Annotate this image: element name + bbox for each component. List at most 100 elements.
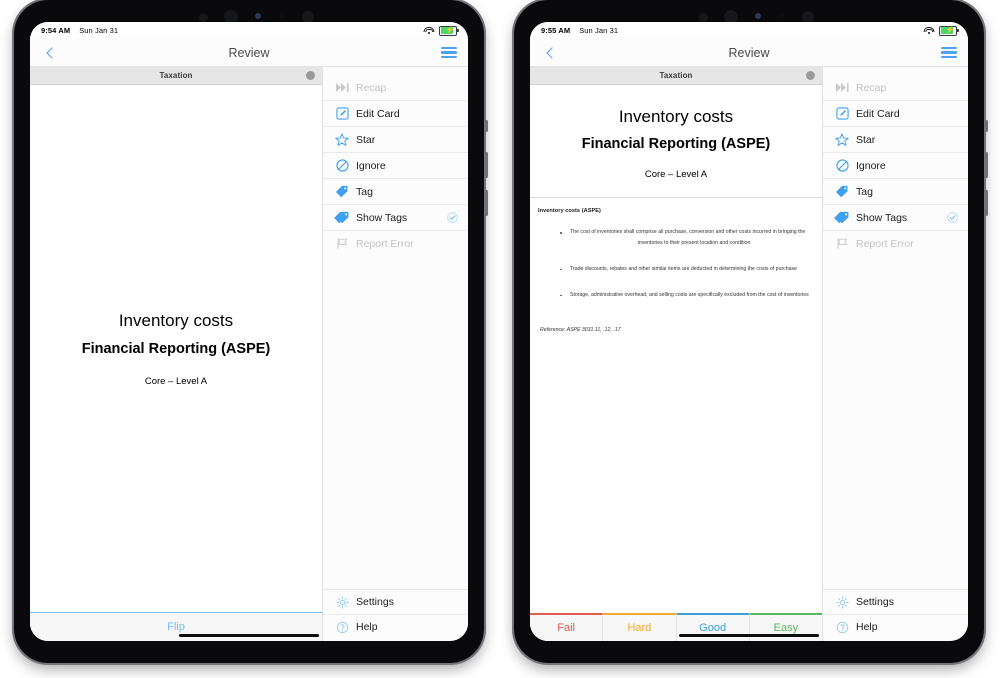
answer-heading: Inventory costs (ASPE) [538,208,601,214]
volume-up-button[interactable] [485,152,488,178]
menu-item-report-error: Report Error [823,231,968,256]
star-icon [832,133,852,146]
grade-label: Easy [773,622,799,634]
menu-item-ignore[interactable]: Ignore [823,153,968,179]
bullet-line-1: Trade discounts, rebates and other simil… [570,265,798,272]
menu-item-label: Help [356,621,378,633]
edit-square-icon [332,107,352,120]
deck-header: Taxation [530,67,822,85]
grade-label: Good [699,622,727,634]
edit-square-icon [832,107,852,120]
deck-header: Taxation [30,67,322,85]
menu-items: Recap Edit Card Star Ignore Tag Show Tag… [323,67,468,256]
check-circle-icon [947,212,958,223]
menu-item-report-error: Report Error [323,231,468,256]
menu-item-label: Show Tags [856,211,908,224]
device-screen-right: 9:55 AM Sun Jan 31 ⚡ Review Taxation Inv… [530,22,968,641]
flag-icon [332,237,352,250]
answer-bullet-list: The cost of inventories shall comprise a… [536,228,818,301]
star-icon [332,133,352,146]
hamburger-menu-icon[interactable] [441,46,457,59]
gear-icon [332,595,352,609]
menu-item-label: Settings [856,596,894,608]
card-meta: Core – Level A [144,375,208,387]
menu-item-settings[interactable]: Settings [823,590,968,615]
menu-item-label: Star [356,133,376,146]
volume-up-button[interactable] [985,152,988,178]
flashcard-back: Inventory costs Financial Reporting (ASP… [530,85,822,613]
status-date: Sun Jan 31 [579,26,619,35]
menu-item-recap: Recap [823,75,968,101]
nav-bar: Review [530,39,968,67]
card-column: Taxation Inventory costs Financial Repor… [30,67,322,641]
battery-charging-icon: ⚡ [439,25,459,36]
menu-item-label: Recap [856,81,887,94]
side-accessory-button[interactable] [485,120,488,132]
fast-forward-icon [332,82,352,93]
card-meta: Core – Level A [644,169,708,180]
menu-item-show-tags[interactable]: Show Tags [823,205,968,231]
home-indicator[interactable] [530,634,968,637]
flag-icon [832,237,852,250]
menu-item-edit-card[interactable]: Edit Card [323,101,468,127]
volume-down-button[interactable] [485,190,488,216]
menu-item-tag[interactable]: Tag [323,179,468,205]
deck-progress-knob[interactable] [306,71,315,80]
menu-items: Recap Edit Card Star Ignore Tag Show Tag… [823,67,968,256]
side-menu-panel: Recap Edit Card Star Ignore Tag Show Tag… [322,67,468,641]
card-title: Inventory costs [118,310,234,330]
home-indicator[interactable] [30,634,468,637]
menu-item-label: Report Error [856,237,914,250]
screen-body: Taxation Inventory costs Financial Repor… [530,67,968,641]
menu-item-label: Settings [356,596,394,608]
menu-item-star[interactable]: Star [323,127,468,153]
question-circle-icon [832,621,852,634]
menu-item-label: Edit Card [356,107,400,120]
menu-item-label: Ignore [356,159,386,172]
bullet-line-1: The cost of inventories shall comprise a… [570,229,806,235]
grade-label: Hard [627,622,652,634]
grade-label: Fail [557,622,575,634]
screenshot-stage: 9:54 AM Sun Jan 31 ⚡ Review Taxation Inv… [0,0,1000,678]
menu-item-star[interactable]: Star [823,127,968,153]
status-time: 9:55 AM [541,26,571,35]
menu-item-label: Tag [856,185,873,198]
tags-icon [832,211,852,224]
flashcard[interactable]: Inventory costs Financial Reporting (ASP… [530,85,822,613]
menu-item-label: Help [856,621,878,633]
tags-icon [332,211,352,224]
menu-item-ignore[interactable]: Ignore [323,153,468,179]
flashcard-front: Inventory costs Financial Reporting (ASP… [30,85,322,612]
menu-item-recap: Recap [323,75,468,101]
menu-item-settings[interactable]: Settings [323,590,468,615]
tablet-device-left: 9:54 AM Sun Jan 31 ⚡ Review Taxation Inv… [12,0,488,665]
gear-icon [832,595,852,609]
ban-icon [832,159,852,172]
deck-name: Taxation [659,71,693,80]
menu-item-label: Star [856,133,876,146]
status-bar: 9:55 AM Sun Jan 31 ⚡ [530,22,968,39]
page-title: Review [228,45,270,60]
menu-item-label: Show Tags [356,211,408,224]
deck-name: Taxation [159,71,193,80]
answer-bullet: Trade discounts, rebates and other simil… [536,265,818,275]
side-accessory-button[interactable] [985,120,988,132]
check-circle-icon [447,212,458,223]
card-title: Inventory costs [618,107,734,126]
deck-progress-knob[interactable] [806,71,815,80]
hamburger-menu-icon[interactable] [941,46,957,59]
fast-forward-icon [832,82,852,93]
status-bar: 9:54 AM Sun Jan 31 ⚡ [30,22,468,39]
screen-body: Taxation Inventory costs Financial Repor… [30,67,468,641]
menu-item-label: Edit Card [856,107,900,120]
menu-item-tag[interactable]: Tag [823,179,968,205]
menu-item-edit-card[interactable]: Edit Card [823,101,968,127]
flashcard-back-header: Inventory costs Financial Reporting (ASP… [530,85,822,197]
menu-item-show-tags[interactable]: Show Tags [323,205,468,231]
volume-down-button[interactable] [985,190,988,216]
flashcard[interactable]: Inventory costs Financial Reporting (ASP… [30,85,322,612]
menu-item-label: Ignore [856,159,886,172]
answer-reference: Reference: ASPE 3031.11, .12, .17 [540,326,621,333]
card-subtitle: Financial Reporting (ASPE) [81,340,271,357]
menu-item-label: Recap [356,81,387,94]
